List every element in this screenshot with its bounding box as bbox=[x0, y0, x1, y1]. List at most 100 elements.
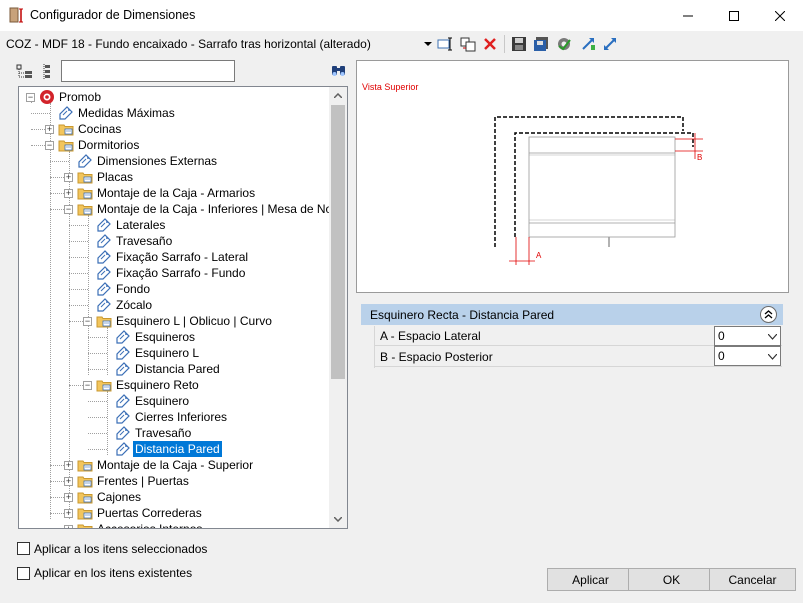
dimension-tag-icon bbox=[115, 345, 131, 361]
tree-item[interactable]: Dimensiones Externas bbox=[19, 153, 329, 169]
tree-item[interactable]: − Dormitorios bbox=[19, 137, 329, 153]
tree-item[interactable]: − Montaje de la Caja - Inferiores | Mesa … bbox=[19, 201, 347, 217]
scroll-down-button[interactable] bbox=[329, 511, 347, 528]
apply-selected-checkbox[interactable] bbox=[17, 542, 30, 555]
expand-node-button[interactable]: + bbox=[64, 461, 73, 470]
expand-node-button[interactable]: + bbox=[45, 125, 54, 134]
tree-item[interactable]: − Esquinero L | Oblicuo | Curvo bbox=[19, 313, 329, 329]
dimension-tag-icon bbox=[96, 297, 112, 313]
maximize-button[interactable] bbox=[711, 0, 757, 31]
folder-icon bbox=[77, 201, 93, 217]
close-icon bbox=[775, 10, 785, 21]
rename-icon bbox=[437, 37, 452, 51]
category-tree[interactable]: − Promob Medidas Máximas + Cocinas − Dormitori… bbox=[18, 86, 348, 529]
tree-item[interactable]: Fixação Sarrafo - Fundo bbox=[19, 265, 329, 281]
minimize-button[interactable] bbox=[665, 0, 711, 31]
dropdown-arrow-icon bbox=[424, 42, 432, 46]
tree-item[interactable]: + Cajones bbox=[19, 489, 329, 505]
tree-item[interactable]: − Esquinero Reto bbox=[19, 377, 329, 393]
dimension-tag-icon bbox=[115, 393, 131, 409]
tree-item[interactable]: + Montaje de la Caja - Armarios bbox=[19, 185, 329, 201]
find-button[interactable] bbox=[330, 62, 348, 80]
delete-profile-button[interactable] bbox=[481, 35, 499, 53]
tree-item-label: Montaje de la Caja - Superior bbox=[97, 458, 254, 472]
profile-dropdown[interactable] bbox=[419, 35, 437, 53]
export-button[interactable] bbox=[601, 35, 619, 53]
settings-icon bbox=[558, 38, 571, 51]
tree-item[interactable]: + Puertas Correderas bbox=[19, 505, 329, 521]
collapse-node-button[interactable]: − bbox=[26, 93, 35, 102]
collapse-node-button[interactable]: − bbox=[83, 381, 92, 390]
import-button[interactable] bbox=[579, 35, 597, 53]
folder-icon bbox=[58, 137, 74, 153]
tree-item-label: Cierres Inferiores bbox=[135, 410, 228, 424]
tree-item[interactable]: + Frentes | Puertas bbox=[19, 473, 329, 489]
tree-item[interactable]: Esquineros bbox=[19, 329, 329, 345]
collapse-all-button[interactable] bbox=[16, 63, 34, 81]
tree-item[interactable]: Medidas Máximas bbox=[19, 105, 329, 121]
expand-node-button[interactable]: + bbox=[64, 189, 73, 198]
tree-scrollbar[interactable] bbox=[329, 87, 347, 528]
expand-node-button[interactable]: + bbox=[64, 173, 73, 182]
tree-item-label: Esquinero L | Oblicuo | Curvo bbox=[116, 314, 272, 328]
tree-item-label: Fixação Sarrafo - Fundo bbox=[116, 266, 246, 280]
tree-item[interactable]: + Placas bbox=[19, 169, 329, 185]
tree-item[interactable]: Distancia Pared bbox=[19, 361, 329, 377]
close-button[interactable] bbox=[757, 0, 803, 31]
save-as-button[interactable] bbox=[532, 35, 550, 53]
tree-item[interactable]: Esquinero L bbox=[19, 345, 329, 361]
collapse-group-button[interactable] bbox=[760, 306, 777, 323]
copy-profile-button[interactable] bbox=[459, 35, 477, 53]
lateral-space-select[interactable]: 0 bbox=[714, 326, 781, 346]
tree-item[interactable]: Fixação Sarrafo - Lateral bbox=[19, 249, 329, 265]
dimension-tag-icon bbox=[115, 361, 131, 377]
save-button[interactable] bbox=[510, 35, 528, 53]
collapse-node-button[interactable]: − bbox=[45, 141, 54, 150]
tree-item[interactable]: Travesaño bbox=[19, 233, 329, 249]
chevron-double-up-icon bbox=[764, 310, 773, 319]
tree-item[interactable]: Travesaño bbox=[19, 425, 329, 441]
apply-button[interactable]: Aplicar bbox=[547, 568, 634, 591]
tree-item[interactable]: Distancia Pared bbox=[19, 441, 329, 457]
tree-collapse-icon bbox=[16, 64, 32, 78]
tree-item[interactable]: − Promob bbox=[19, 89, 329, 105]
tree-item-label-selected: Distancia Pared bbox=[133, 441, 222, 457]
tree-guide bbox=[69, 257, 88, 258]
tree-item[interactable]: + Accesorios Internos bbox=[19, 521, 329, 528]
scroll-thumb[interactable] bbox=[331, 105, 345, 379]
tree-guide bbox=[50, 481, 64, 482]
expand-node-button[interactable]: + bbox=[64, 477, 73, 486]
apply-existing-label: Aplicar en los itens existentes bbox=[34, 566, 193, 580]
cancel-button[interactable]: Cancelar bbox=[709, 568, 796, 591]
settings-button[interactable] bbox=[555, 35, 573, 53]
tree-item[interactable]: Cierres Inferiores bbox=[19, 409, 329, 425]
tree-item[interactable]: Laterales bbox=[19, 217, 329, 233]
apply-existing-checkbox[interactable] bbox=[17, 567, 30, 580]
dimension-tag-icon bbox=[58, 105, 74, 121]
tree-item[interactable]: Esquinero bbox=[19, 393, 329, 409]
expand-node-button[interactable]: + bbox=[64, 525, 73, 528]
scroll-up-button[interactable] bbox=[329, 87, 347, 104]
tree-item-label: Fixação Sarrafo - Lateral bbox=[116, 250, 249, 264]
collapse-node-button[interactable]: − bbox=[83, 317, 92, 326]
tree-item[interactable]: + Cocinas bbox=[19, 121, 329, 137]
expand-all-button[interactable] bbox=[38, 63, 56, 81]
tree-item[interactable]: Zócalo bbox=[19, 297, 329, 313]
folder-icon bbox=[77, 185, 93, 201]
rename-profile-button[interactable] bbox=[436, 35, 454, 53]
expand-node-button[interactable]: + bbox=[64, 493, 73, 502]
tree-guide bbox=[50, 513, 64, 514]
collapse-node-button[interactable]: − bbox=[64, 205, 73, 214]
tree-item-label: Dormitorios bbox=[78, 138, 140, 152]
tree-item[interactable]: + Montaje de la Caja - Superior bbox=[19, 457, 329, 473]
tree-item[interactable]: Fondo bbox=[19, 281, 329, 297]
dimension-tag-icon bbox=[115, 329, 131, 345]
expand-node-button[interactable]: + bbox=[64, 509, 73, 518]
tree-guide bbox=[88, 337, 107, 338]
profile-selector[interactable]: COZ - MDF 18 - Fundo encaixado - Sarrafo… bbox=[6, 37, 371, 51]
search-input[interactable] bbox=[61, 60, 235, 82]
posterior-space-select[interactable]: 0 bbox=[714, 346, 781, 366]
tree-guide bbox=[50, 209, 64, 210]
tree-item-label: Frentes | Puertas bbox=[97, 474, 189, 488]
ok-button[interactable]: OK bbox=[628, 568, 715, 591]
